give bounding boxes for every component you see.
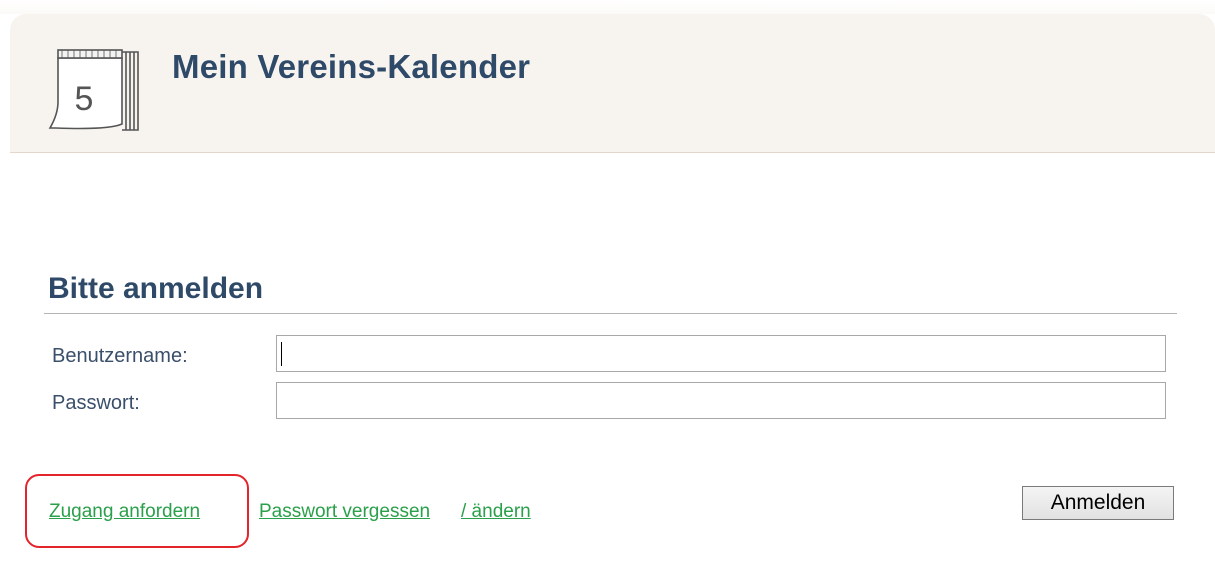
change-password-link[interactable]: / ändern bbox=[461, 501, 531, 523]
top-shade bbox=[0, 0, 1215, 14]
text-caret bbox=[281, 342, 282, 366]
username-input[interactable] bbox=[276, 335, 1166, 372]
login-heading: Bitte anmelden bbox=[48, 272, 264, 305]
highlight-annotation bbox=[25, 474, 249, 548]
login-button[interactable]: Anmelden bbox=[1022, 486, 1174, 520]
password-input[interactable] bbox=[276, 382, 1166, 419]
heading-divider bbox=[44, 313, 1177, 314]
calendar-day-number: 5 bbox=[75, 80, 94, 118]
login-page: 5 Mein Vereins-Kalender Bitte anmelden B… bbox=[0, 0, 1215, 575]
username-label: Benutzername: bbox=[52, 345, 188, 367]
forgot-password-link[interactable]: Passwort vergessen bbox=[259, 501, 430, 523]
password-label: Passwort: bbox=[52, 392, 140, 414]
app-title: Mein Vereins-Kalender bbox=[172, 48, 531, 85]
calendar-icon: 5 bbox=[48, 49, 139, 131]
